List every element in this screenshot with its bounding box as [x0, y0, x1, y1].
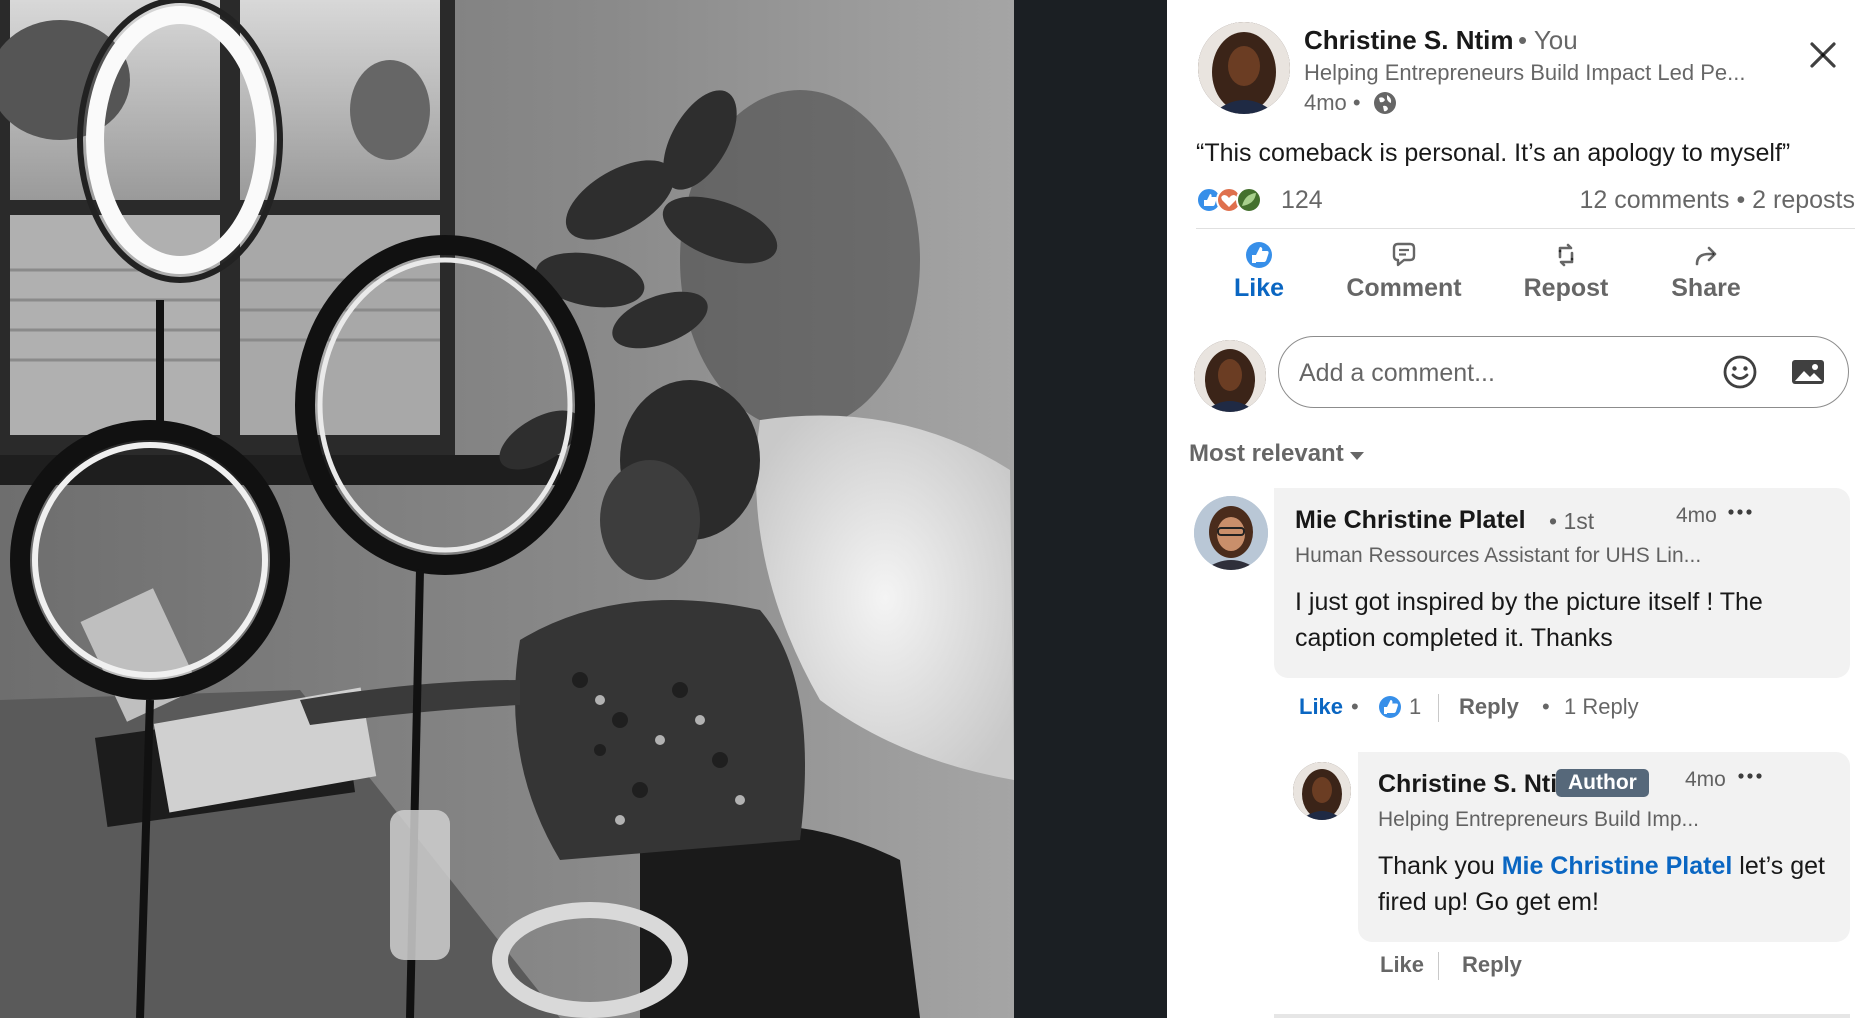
- share-arrow-icon: [1695, 246, 1717, 266]
- comment-like-count: 1: [1409, 694, 1422, 719]
- reply-time: 4mo: [1685, 768, 1726, 791]
- globe-icon: [1374, 92, 1396, 114]
- comment-like-button[interactable]: Like: [1299, 694, 1343, 720]
- close-icon[interactable]: [1804, 36, 1842, 74]
- emoji-icon[interactable]: [1721, 353, 1759, 391]
- repost-button[interactable]: Repost: [1506, 240, 1626, 312]
- more-options-icon[interactable]: [1735, 766, 1765, 786]
- comment-icon: [1392, 242, 1416, 267]
- like-reaction-icon[interactable]: [1377, 694, 1403, 720]
- reply-text: Thank you Mie Christine Platel let’s get…: [1378, 848, 1828, 920]
- lightbox-backdrop: [1014, 0, 1167, 1018]
- share-button[interactable]: Share: [1656, 240, 1756, 312]
- dot-separator: •: [1351, 694, 1359, 719]
- view-replies-link[interactable]: 1 Reply: [1564, 694, 1639, 720]
- reply-author-headline: Helping Entrepreneurs Build Imp...: [1378, 808, 1699, 831]
- share-label: Share: [1671, 274, 1741, 302]
- reply-author-name[interactable]: Christine S. Ntim: [1378, 770, 1579, 799]
- comment-reply-button[interactable]: Reply: [1459, 694, 1519, 720]
- repost-label: Repost: [1523, 274, 1609, 302]
- image-icon[interactable]: [1789, 353, 1827, 391]
- mention-link[interactable]: Mie Christine Platel: [1502, 852, 1733, 880]
- repost-icon: [1558, 243, 1574, 267]
- current-user-avatar: [1194, 340, 1266, 412]
- dot-separator: •: [1542, 694, 1550, 719]
- sort-label: Most relevant: [1189, 440, 1344, 467]
- post-time: 4mo •: [1304, 90, 1361, 115]
- counts-separator: •: [1729, 186, 1753, 214]
- author-badge: Author: [1556, 769, 1649, 797]
- reaction-count: 124: [1281, 186, 1323, 214]
- reply-like-button[interactable]: Like: [1380, 952, 1424, 978]
- author-name[interactable]: Christine S. Ntim: [1304, 25, 1513, 56]
- connection-degree: • 1st: [1549, 508, 1595, 534]
- action-divider: [1438, 952, 1439, 980]
- comment-button[interactable]: Comment: [1339, 240, 1469, 312]
- reply-author-avatar[interactable]: [1293, 762, 1351, 820]
- comment-composer[interactable]: [1278, 336, 1849, 408]
- author-headline: Helping Entrepreneurs Build Impact Led P…: [1304, 60, 1746, 85]
- post-caption: “This comeback is personal. It’s an apol…: [1196, 139, 1791, 167]
- divider: [1196, 228, 1855, 229]
- reply-text-start: Thank you: [1378, 852, 1502, 880]
- comment-text: I just got inspired by the picture itsel…: [1295, 588, 1763, 652]
- social-counts: 12 comments • 2 reposts: [1579, 186, 1855, 215]
- reply-reply-button[interactable]: Reply: [1462, 952, 1522, 978]
- more-options-icon[interactable]: [1725, 502, 1755, 522]
- comment-time: 4mo: [1676, 504, 1717, 527]
- reply-bubble: Christine S. Ntim Author 4mo Helping Ent…: [1358, 752, 1850, 942]
- action-divider: [1438, 694, 1439, 722]
- next-comment-edge: [1274, 1014, 1850, 1018]
- comment-input[interactable]: [1297, 355, 1701, 391]
- commenter-avatar[interactable]: [1194, 496, 1268, 570]
- commenter-headline: Human Ressources Assistant for UHS Lin..…: [1295, 544, 1702, 567]
- comment-bubble: Mie Christine Platel • 1st 4mo Human Res…: [1274, 488, 1850, 678]
- reaction-icons: [1196, 187, 1262, 213]
- caret-down-icon: [1349, 451, 1364, 460]
- comments-count-link[interactable]: 12 comments: [1579, 186, 1729, 214]
- sort-dropdown[interactable]: Most relevant: [1189, 440, 1366, 468]
- commenter-name[interactable]: Mie Christine Platel: [1295, 506, 1526, 535]
- like-icon: [1246, 242, 1272, 268]
- comment-label: Comment: [1346, 274, 1462, 302]
- author-relation: • You: [1518, 25, 1578, 55]
- author-avatar[interactable]: [1198, 22, 1290, 114]
- reposts-count-link[interactable]: 2 reposts: [1752, 186, 1855, 214]
- like-label: Like: [1233, 274, 1285, 302]
- post-photo: [0, 0, 1014, 1018]
- like-button[interactable]: Like: [1204, 240, 1314, 312]
- post-image: [0, 0, 1014, 1018]
